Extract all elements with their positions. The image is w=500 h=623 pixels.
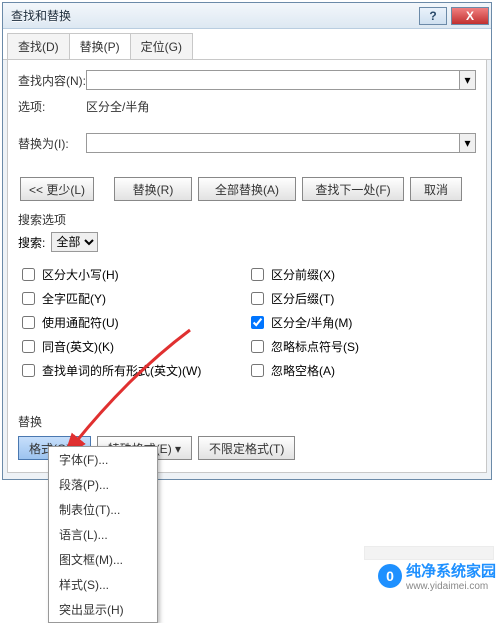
tabbar: 查找(D) 替换(P) 定位(G) (3, 29, 491, 60)
checkbox-row: 区分后缀(T) (247, 289, 476, 308)
menu-item[interactable]: 制表位(T)... (49, 497, 157, 522)
help-button[interactable]: ? (419, 7, 447, 25)
less-button[interactable]: << 更少(L) (20, 177, 94, 201)
checkbox[interactable] (251, 340, 264, 353)
titlebar[interactable]: 查找和替换 ? X (3, 3, 491, 29)
checkbox-label: 全字匹配(Y) (42, 290, 106, 307)
checkbox-label: 区分前缀(X) (271, 266, 335, 283)
watermark-url: www.yidaimei.com (406, 581, 496, 592)
checkbox[interactable] (251, 364, 264, 377)
checkbox-label: 区分后缀(T) (271, 290, 334, 307)
checkbox-row: 区分大小写(H) (18, 265, 247, 284)
checkbox-label: 忽略空格(A) (271, 362, 335, 379)
dialog-body: 查找内容(N): ▾ 选项: 区分全/半角 替换为(I): ▾ << 更少(L)… (7, 60, 487, 473)
checkbox[interactable] (22, 340, 35, 353)
checkbox-label: 使用通配符(U) (42, 314, 119, 331)
menu-item[interactable]: 样式(S)... (49, 572, 157, 597)
checkbox-label: 区分全/半角(M) (271, 314, 352, 331)
checkbox-row: 同音(英文)(K) (18, 337, 247, 356)
replace-label: 替换为(I): (18, 135, 86, 152)
checkbox[interactable] (251, 316, 264, 329)
dialog-title: 查找和替换 (11, 7, 71, 24)
checkbox-row: 区分全/半角(M) (247, 313, 476, 332)
close-button[interactable]: X (451, 7, 489, 25)
checkbox-row: 使用通配符(U) (18, 313, 247, 332)
checks-left: 区分大小写(H) 全字匹配(Y) 使用通配符(U) 同音(英文)(K) 查找单词的所有形… (18, 260, 247, 385)
checkbox[interactable] (22, 364, 35, 377)
background-scrollbar (364, 546, 494, 560)
checkbox-row: 全字匹配(Y) (18, 289, 247, 308)
replace-history-dropdown[interactable]: ▾ (459, 134, 475, 152)
watermark-logo-icon: 0 (378, 564, 402, 588)
replace-input[interactable] (86, 133, 476, 153)
checkbox-row: 查找单词的所有形式(英文)(W) (18, 361, 247, 380)
chevron-down-icon: ▾ (464, 136, 470, 150)
search-options-title: 搜索选项 (18, 211, 476, 228)
options-value: 区分全/半角 (86, 98, 149, 115)
replace-section-title: 替换 (18, 413, 476, 430)
checkbox-label: 同音(英文)(K) (42, 338, 114, 355)
options-label: 选项: (18, 98, 86, 115)
tab-find[interactable]: 查找(D) (7, 33, 70, 59)
cancel-button[interactable]: 取消 (410, 177, 462, 201)
checkbox-row: 忽略标点符号(S) (247, 337, 476, 356)
find-input[interactable] (86, 70, 476, 90)
close-icon: X (466, 9, 474, 23)
checks-right: 区分前缀(X) 区分后缀(T) 区分全/半角(M) 忽略标点符号(S) 忽略空格(A) (247, 260, 476, 385)
checkbox[interactable] (251, 292, 264, 305)
checkbox[interactable] (22, 292, 35, 305)
checkbox[interactable] (22, 316, 35, 329)
find-history-dropdown[interactable]: ▾ (459, 71, 475, 89)
replace-button[interactable]: 替换(R) (114, 177, 192, 201)
watermark: 0 纯净系统家园 www.yidaimei.com (378, 560, 496, 592)
menu-item[interactable]: 语言(L)... (49, 522, 157, 547)
find-next-button[interactable]: 查找下一处(F) (302, 177, 404, 201)
checkbox[interactable] (251, 268, 264, 281)
replace-all-button[interactable]: 全部替换(A) (198, 177, 296, 201)
checkbox-row: 区分前缀(X) (247, 265, 476, 284)
checkbox-label: 查找单词的所有形式(英文)(W) (42, 362, 201, 379)
checkbox-row: 忽略空格(A) (247, 361, 476, 380)
watermark-title: 纯净系统家园 (406, 560, 496, 581)
tab-goto[interactable]: 定位(G) (130, 33, 193, 59)
find-label: 查找内容(N): (18, 72, 86, 89)
menu-item[interactable]: 图文框(M)... (49, 547, 157, 572)
chevron-down-icon: ▾ (464, 73, 470, 87)
checkbox[interactable] (22, 268, 35, 281)
question-icon: ? (429, 9, 436, 23)
find-replace-dialog: 查找和替换 ? X 查找(D) 替换(P) 定位(G) 查找内容(N): ▾ 选… (2, 2, 492, 480)
menu-item[interactable]: 字体(F)... (49, 447, 157, 472)
tab-replace[interactable]: 替换(P) (69, 33, 131, 59)
no-format-button[interactable]: 不限定格式(T) (198, 436, 295, 460)
menu-item[interactable]: 段落(P)... (49, 472, 157, 497)
search-scope-label: 搜索: (18, 234, 45, 251)
search-scope-select[interactable]: 全部 (51, 232, 98, 252)
checkbox-label: 忽略标点符号(S) (271, 338, 359, 355)
checkbox-label: 区分大小写(H) (42, 266, 119, 283)
menu-item[interactable]: 突出显示(H) (49, 597, 157, 622)
format-dropdown-menu: 字体(F)...段落(P)...制表位(T)...语言(L)...图文框(M).… (48, 446, 158, 623)
